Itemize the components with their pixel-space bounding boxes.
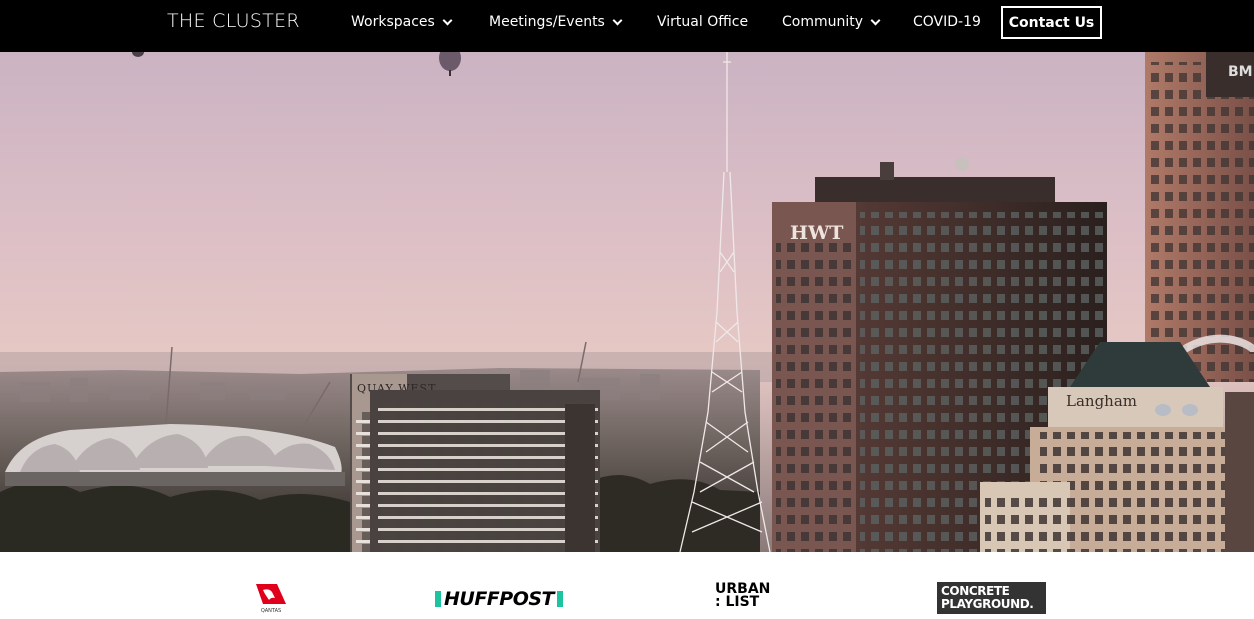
urban-list-logo: URBAN : LIST (715, 582, 791, 610)
huffpost-logo: HUFFPOST (435, 588, 564, 610)
huffpost-bar-left (435, 591, 441, 607)
huffpost-wordmark: HUFFPOST (444, 588, 555, 610)
kangaroo-icon: QANTAS (256, 584, 286, 614)
nav-covid-label: COVID-19 (913, 14, 981, 30)
svg-text:BM: BM (1228, 64, 1253, 80)
chevron-down-icon (870, 15, 881, 25)
nav-workspaces-label: Workspaces (351, 14, 435, 30)
press-logos-strip (0, 552, 1254, 614)
chevron-down-icon (442, 15, 453, 25)
chevron-down-icon (612, 15, 623, 25)
huffpost-bar-right (557, 591, 564, 607)
nav-workspaces[interactable]: Workspaces (351, 14, 453, 30)
svg-text:HWT: HWT (790, 222, 843, 244)
concrete-playground-logo: CONCRETE PLAYGROUND. (937, 582, 1046, 614)
brand-logo[interactable]: THE CLUSTER (167, 10, 300, 32)
nav-community-label: Community (782, 14, 864, 30)
nav-covid[interactable]: COVID-19 (913, 14, 981, 30)
nav-virtual-office[interactable]: Virtual Office (657, 14, 748, 30)
city-skyline-image: QUAY WEST HWT BM Langham (0, 52, 1254, 552)
nav-community[interactable]: Community (782, 14, 881, 30)
qantas-wordmark: QANTAS (261, 608, 281, 614)
nav-virtual-office-label: Virtual Office (657, 14, 749, 30)
nav-meetings-label: Meetings/Events (489, 14, 605, 30)
contact-us-button[interactable]: Contact Us (1001, 6, 1102, 39)
qantas-logo: QANTAS (253, 582, 289, 614)
urban-list-line2: : LIST (715, 594, 760, 610)
top-navbar: THE CLUSTER Workspaces Meetings/Events V… (0, 0, 1254, 52)
concrete-line2: PLAYGROUND. (941, 597, 1034, 611)
svg-text:Langham: Langham (1066, 392, 1137, 410)
nav-meetings-events[interactable]: Meetings/Events (489, 14, 623, 30)
hero-image: QUAY WEST HWT BM Langham (0, 52, 1254, 552)
